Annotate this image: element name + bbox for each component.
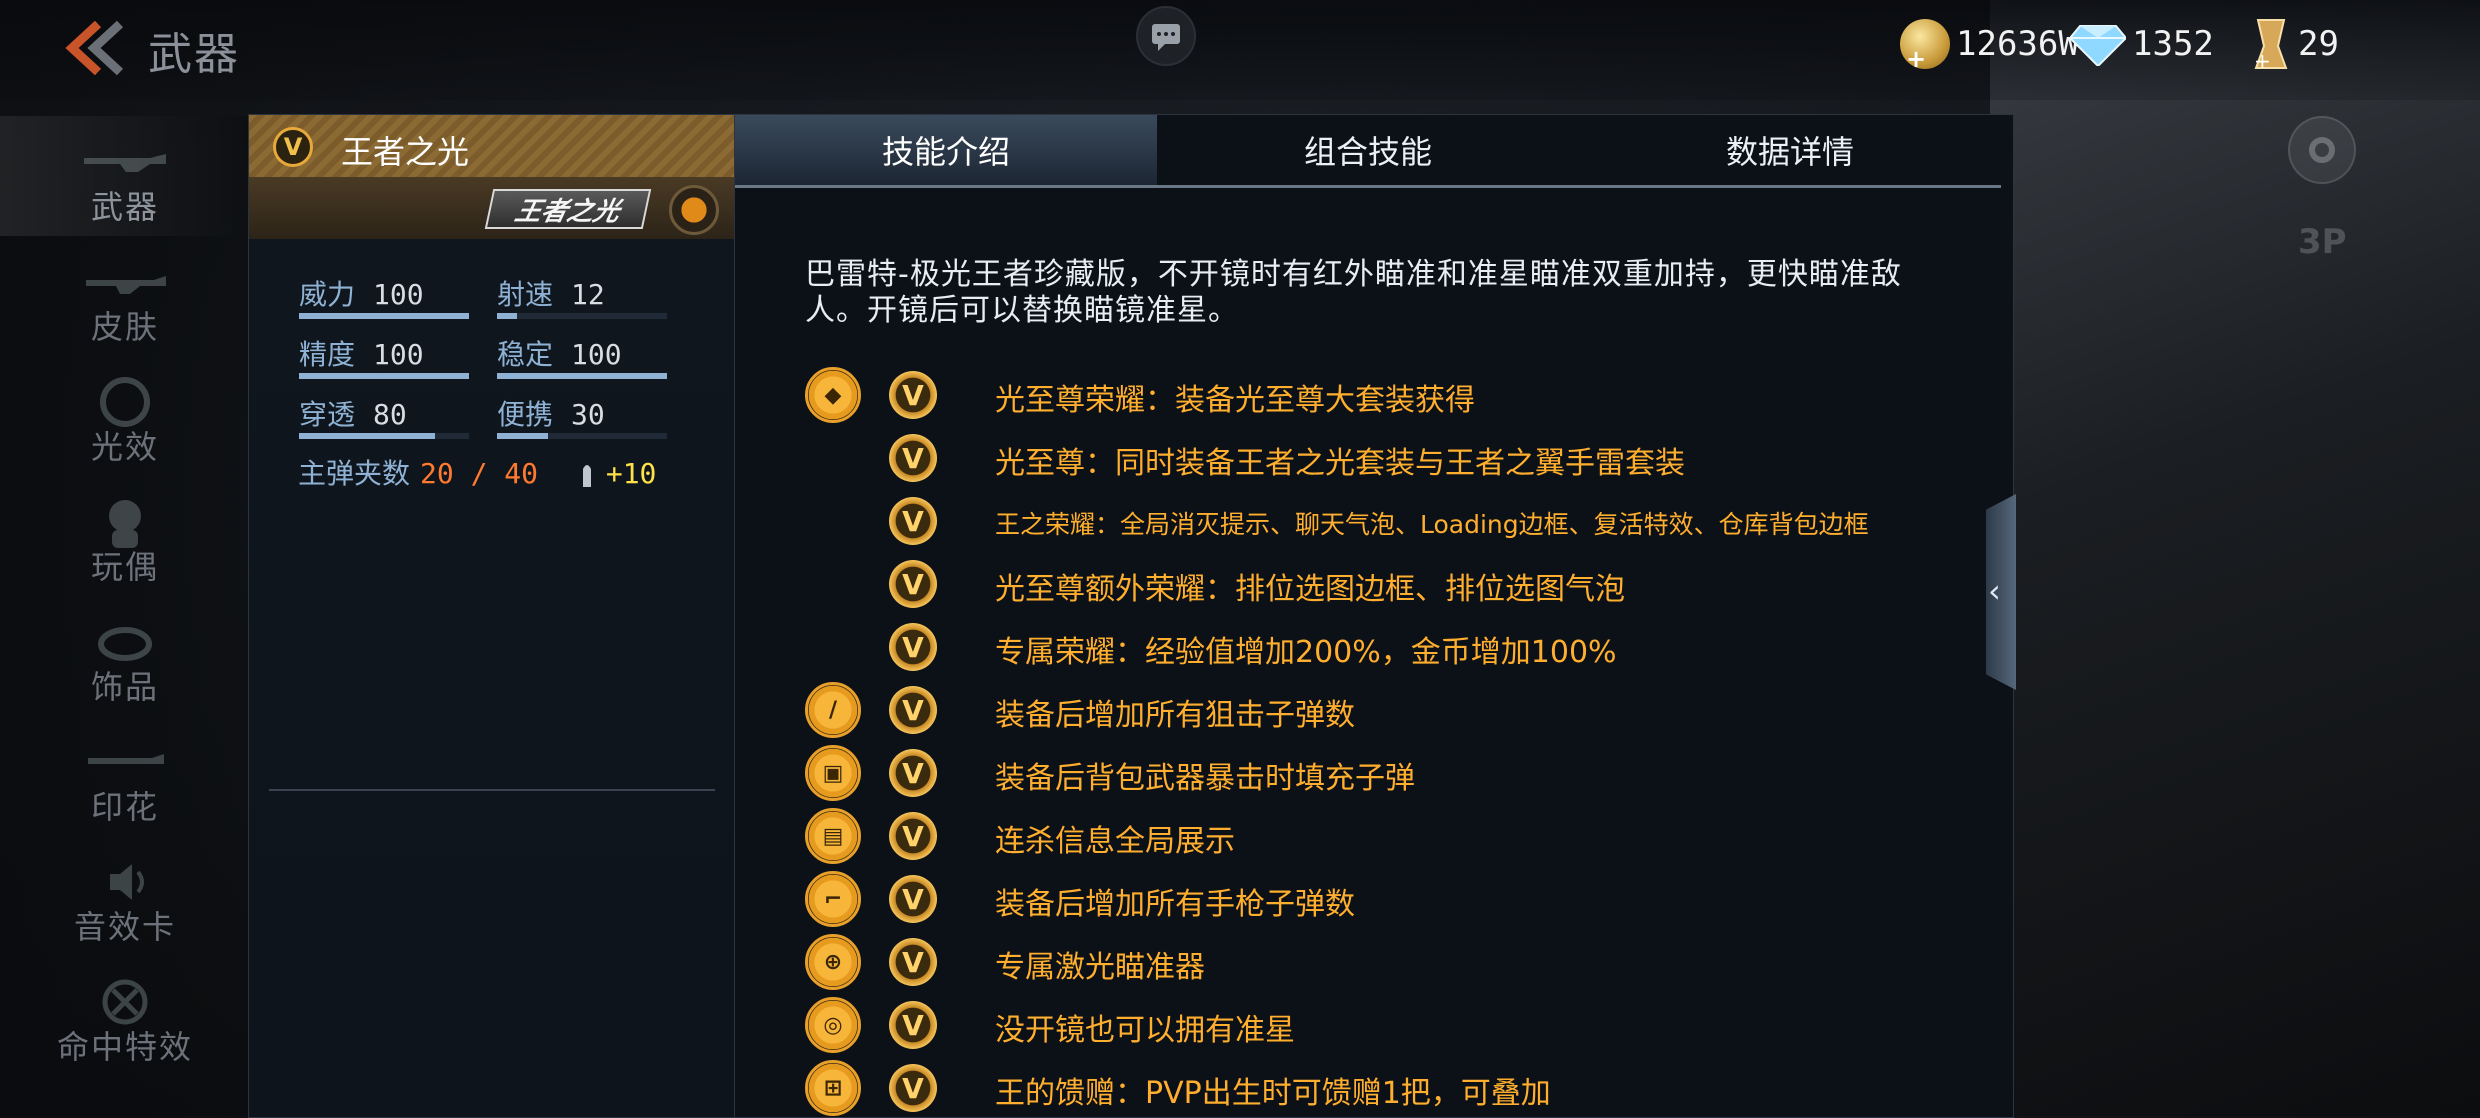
skill-row: / V 装备后增加所有狙击子弹数 — [805, 680, 1985, 740]
diamond-icon: ◆ — [805, 367, 861, 423]
skill-row: V 王之荣耀：全局消灭提示、聊天气泡、Loading边框、复活特效、仓库背包边框 — [805, 491, 1985, 551]
weapon-info-panel: V 王者之光 王者之光 威力 100 射速 12 精度 100 稳定 100 穿透 80 … — [248, 114, 736, 1118]
ticket-amount: 29 — [2298, 24, 2339, 64]
diamond-icon — [2070, 25, 2126, 66]
stat-stability: 稳定 100 — [497, 333, 667, 379]
tab-bar: 技能介绍 组合技能 数据详情 — [735, 115, 2001, 188]
hit-effect-icon — [102, 979, 148, 1025]
weapon-description: 巴雷特-极光王者珍藏版，不开镜时有红外瞄准和准星瞄准双重加持，更快瞄准敌人。开镜… — [805, 257, 1902, 328]
back-button[interactable] — [58, 20, 128, 76]
sidebar-item-decal[interactable]: 印花 — [0, 716, 250, 836]
sidebar-item-glow[interactable]: 光效 — [0, 356, 250, 476]
ticket-icon: + — [2254, 19, 2288, 72]
v-rank-icon: V — [889, 1001, 937, 1049]
stat-bar-fill — [299, 433, 435, 439]
stat-bar-fill — [299, 313, 469, 319]
background-scene — [1990, 0, 2480, 1116]
diamond-currency[interactable]: 1352 — [2070, 14, 2214, 74]
ticket-currency[interactable]: + 29 — [2248, 14, 2339, 74]
stat-bar-fill — [299, 373, 469, 379]
gold-amount: 12636W — [1956, 24, 2079, 64]
weapon-header: V 王者之光 王者之光 — [249, 115, 735, 239]
weapon-emblem-icon[interactable] — [669, 185, 719, 235]
bullet-icon — [582, 465, 591, 487]
tab-combo-skill[interactable]: 组合技能 — [1157, 115, 1579, 185]
vip-badge-icon: V — [273, 127, 313, 167]
skill-row: ⌐ V 装备后增加所有手枪子弹数 — [805, 869, 1985, 929]
skin-icon — [86, 276, 166, 294]
sidebar-item-doll[interactable]: 玩偶 — [0, 476, 250, 596]
v-rank-icon: V — [889, 623, 937, 671]
stat-bar-fill — [497, 433, 548, 439]
skill-row: V 专属荣耀：经验值增加200%，金币增加100% — [805, 617, 1985, 677]
skill-row: ⊕ V 专属激光瞄准器 — [805, 932, 1985, 992]
weapon-logo: 王者之光 — [484, 189, 652, 229]
rifle-icon — [84, 154, 166, 172]
v-rank-icon: V — [889, 1064, 937, 1112]
sidebar-item-weapon[interactable]: 武器 — [0, 116, 250, 236]
v-rank-icon: V — [889, 812, 937, 860]
stat-bar-fill — [497, 373, 667, 379]
decal-icon — [88, 754, 164, 764]
sidebar-item-hit-effect[interactable]: 命中特效 — [0, 956, 250, 1076]
gold-coin-icon — [1900, 19, 1950, 73]
ammo-bonus: +10 — [605, 457, 657, 490]
ammo-label: 主弹夹数 — [298, 457, 411, 490]
gift-icon: ⊞ — [805, 1060, 861, 1116]
category-sidebar: 武器 皮肤 光效 玩偶 饰品 印花 音效卡 命中特效 — [0, 116, 250, 1116]
killfeed-icon: ▤ — [805, 808, 861, 864]
crosshair-icon: ◎ — [805, 997, 861, 1053]
backpack-icon: ▣ — [805, 745, 861, 801]
v-rank-icon: V — [889, 686, 937, 734]
view-mode-toggle[interactable]: 3P — [2298, 222, 2347, 262]
divider — [269, 789, 715, 791]
v-rank-icon: V — [889, 938, 937, 986]
stat-accuracy: 精度 100 — [299, 333, 469, 379]
stat-bar-fill — [497, 313, 518, 319]
sidebar-item-accessory[interactable]: 饰品 — [0, 596, 250, 716]
v-rank-icon: V — [889, 560, 937, 608]
chat-button[interactable] — [1136, 6, 1196, 66]
skill-row: ◆ V 光至尊荣耀：装备光至尊大套装获得 — [805, 365, 1985, 425]
tab-skill-intro[interactable]: 技能介绍 — [735, 115, 1157, 185]
collapse-panel-handle[interactable]: ‹ — [1986, 494, 2016, 690]
sniper-bullet-icon: / — [805, 682, 861, 738]
settings-button[interactable] — [2288, 116, 2356, 184]
page-title: 武器 — [148, 29, 240, 80]
speaker-icon — [110, 864, 144, 900]
ammo-value: 20 / 40 — [420, 457, 539, 490]
sidebar-item-sound-card[interactable]: 音效卡 — [0, 836, 250, 956]
stat-penetration: 穿透 80 — [299, 393, 469, 439]
svg-text:+: + — [2254, 49, 2271, 72]
skill-row: ▤ V 连杀信息全局展示 — [805, 806, 1985, 866]
diamond-amount: 1352 — [2132, 24, 2214, 64]
skill-row: ⊞ V 王的馈赠：PVP出生时可馈赠1把，可叠加 — [805, 1058, 1985, 1118]
gold-currency[interactable]: 12636W — [1900, 14, 2079, 74]
skill-row: ▣ V 装备后背包武器暴击时填充子弹 — [805, 743, 1985, 803]
v-rank-icon: V — [889, 875, 937, 923]
skill-panel: 技能介绍 组合技能 数据详情 巴雷特-极光王者珍藏版，不开镜时有红外瞄准和准星瞄… — [734, 114, 2014, 1118]
stat-fire-rate: 射速 12 — [497, 273, 667, 319]
weapon-name: 王者之光 — [341, 133, 470, 171]
skill-row: V 光至尊额外荣耀：排位选图边框、排位选图气泡 — [805, 554, 1985, 614]
stat-portability: 便携 30 — [497, 393, 667, 439]
chevron-left-icon: ‹ — [1988, 572, 2001, 610]
v-rank-icon: V — [889, 497, 937, 545]
doll-icon — [109, 500, 141, 548]
skill-row: V 光至尊：同时装备王者之光套装与王者之翼手雷套装 — [805, 428, 1985, 488]
chat-icon — [1152, 24, 1180, 51]
v-rank-icon: V — [889, 434, 937, 482]
skill-row: ◎ V 没开镜也可以拥有准星 — [805, 995, 1985, 1055]
ammo-info: 主弹夹数 20 / 40 +10 — [298, 452, 656, 492]
sidebar-item-skin[interactable]: 皮肤 — [0, 236, 250, 356]
glow-icon — [100, 377, 150, 427]
laser-sight-icon: ⊕ — [805, 934, 861, 990]
accessory-icon — [98, 627, 152, 661]
pistol-icon: ⌐ — [805, 871, 861, 927]
tab-data-details[interactable]: 数据详情 — [1579, 115, 2001, 185]
v-rank-icon: V — [889, 749, 937, 797]
gear-icon — [2309, 137, 2335, 163]
v-rank-icon: V — [889, 371, 937, 419]
stat-power: 威力 100 — [299, 273, 469, 319]
